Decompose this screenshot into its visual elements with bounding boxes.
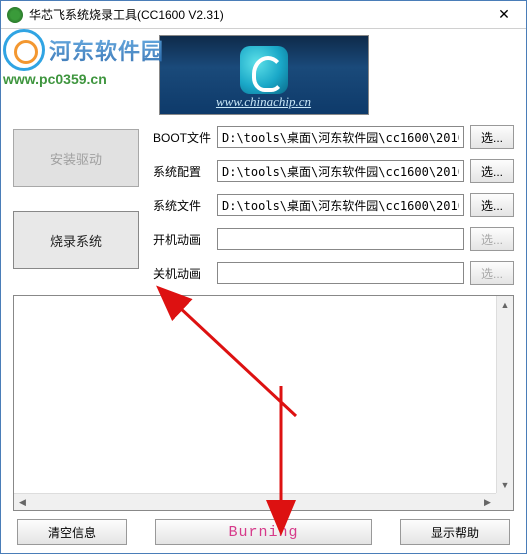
scroll-down-icon[interactable]: ▼ — [497, 476, 513, 493]
sysconfig-label: 系统配置 — [153, 163, 211, 180]
show-help-button[interactable]: 显示帮助 — [400, 519, 510, 545]
shutdown-anim-input[interactable] — [217, 262, 464, 284]
sysconfig-browse-button[interactable]: 选... — [470, 159, 514, 183]
install-driver-button[interactable]: 安装驱动 — [13, 129, 139, 187]
field-row-boot: BOOT文件 选... — [153, 125, 514, 149]
titlebar: 华芯飞系统烧录工具(CC1600 V2.31) ✕ — [1, 1, 526, 29]
vertical-scrollbar[interactable]: ▲ ▼ — [496, 296, 513, 493]
app-icon — [7, 7, 23, 23]
clear-log-button[interactable]: 清空信息 — [17, 519, 127, 545]
brand-banner: www.chinachip.cn — [159, 35, 369, 115]
shutdown-anim-label: 关机动画 — [153, 265, 211, 282]
scroll-up-icon[interactable]: ▲ — [497, 296, 513, 313]
horizontal-scrollbar[interactable]: ◀ ▶ — [14, 493, 496, 510]
boot-file-input[interactable] — [217, 126, 464, 148]
boot-file-browse-button[interactable]: 选... — [470, 125, 514, 149]
sysconfig-input[interactable] — [217, 160, 464, 182]
burn-system-button[interactable]: 烧录系统 — [13, 211, 139, 269]
boot-anim-label: 开机动画 — [153, 231, 211, 248]
close-button[interactable]: ✕ — [482, 2, 526, 28]
field-row-sysconfig: 系统配置 选... — [153, 159, 514, 183]
log-textarea[interactable]: ▲ ▼ ◀ ▶ — [13, 295, 514, 511]
banner-url: www.chinachip.cn — [216, 94, 311, 110]
sysfile-browse-button[interactable]: 选... — [470, 193, 514, 217]
chinachip-logo-icon — [240, 46, 288, 94]
field-row-sysfile: 系统文件 选... — [153, 193, 514, 217]
field-row-shutdown-anim: 关机动画 选... — [153, 261, 514, 285]
boot-anim-browse-button[interactable]: 选... — [470, 227, 514, 251]
scroll-left-icon[interactable]: ◀ — [14, 494, 31, 510]
sysfile-label: 系统文件 — [153, 197, 211, 214]
sysfile-input[interactable] — [217, 194, 464, 216]
boot-file-label: BOOT文件 — [153, 129, 211, 146]
burning-button[interactable]: Burning — [155, 519, 372, 545]
window-title: 华芯飞系统烧录工具(CC1600 V2.31) — [29, 6, 482, 23]
field-row-boot-anim: 开机动画 选... — [153, 227, 514, 251]
shutdown-anim-browse-button[interactable]: 选... — [470, 261, 514, 285]
boot-anim-input[interactable] — [217, 228, 464, 250]
scroll-right-icon[interactable]: ▶ — [479, 494, 496, 510]
scrollbar-corner — [496, 493, 513, 510]
